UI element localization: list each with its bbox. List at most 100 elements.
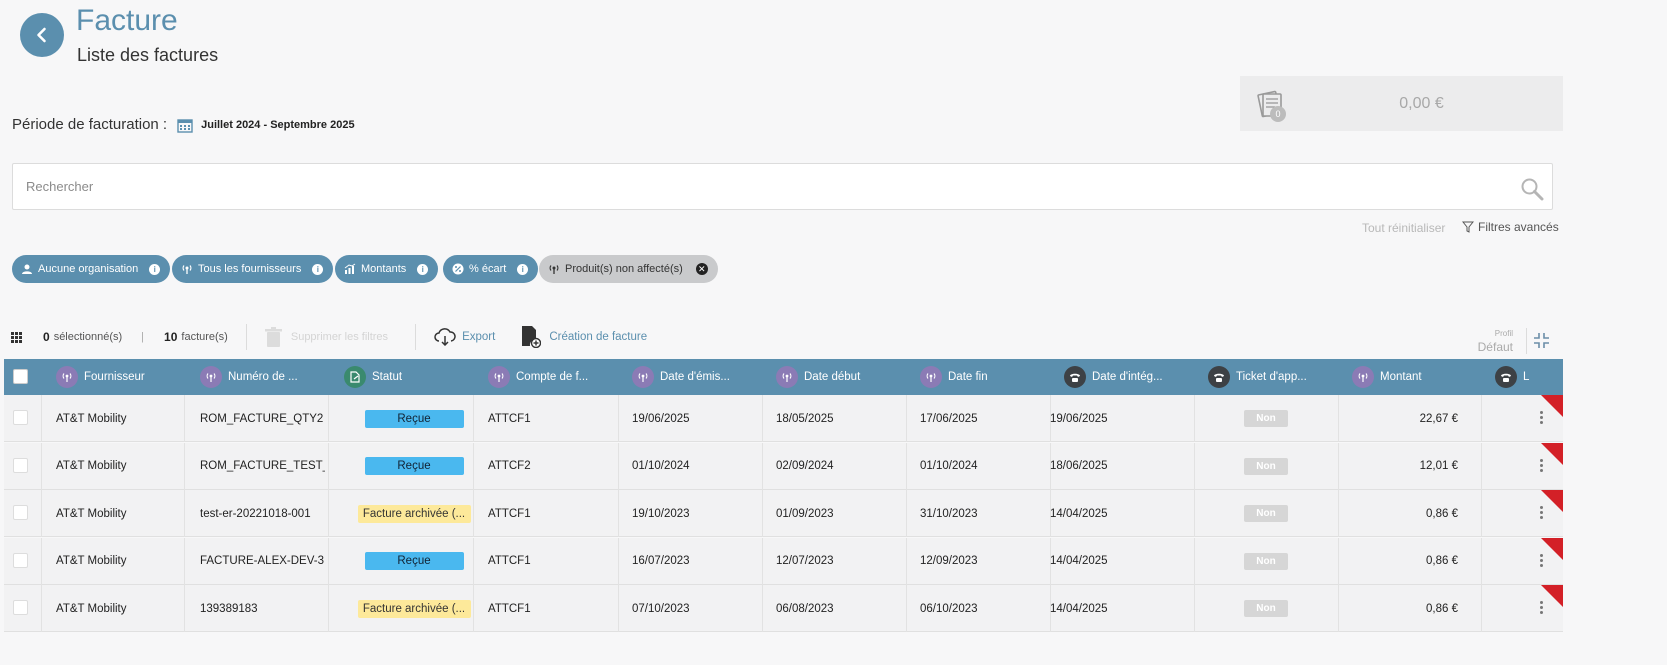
- row-checkbox[interactable]: [13, 410, 28, 425]
- ticket-badge: Non: [1244, 410, 1288, 427]
- collapse-icon[interactable]: [1533, 332, 1550, 349]
- kebab-dot: [1539, 421, 1543, 424]
- filter-icon: [1462, 221, 1474, 233]
- back-button[interactable]: [20, 13, 64, 57]
- alert-corner-icon: [1541, 490, 1563, 512]
- table-row[interactable]: AT&T Mobility 139389183 Facture archivée (…: [4, 585, 1563, 632]
- reset-all-button[interactable]: Tout réinitialiser: [1362, 221, 1445, 235]
- chip-organisation[interactable]: Aucune organisation i: [12, 255, 171, 283]
- invoice-count: 10: [164, 330, 178, 344]
- alert-corner-icon: [1541, 585, 1563, 607]
- column-header-extra[interactable]: L: [1495, 359, 1561, 395]
- cell-issue-date: 19/10/2023: [632, 507, 690, 520]
- column-header-ticket[interactable]: Ticket d'app...: [1208, 359, 1348, 395]
- row-checkbox[interactable]: [13, 600, 28, 615]
- cell-account: ATTCF2: [488, 460, 531, 472]
- close-icon[interactable]: ✕: [695, 263, 708, 275]
- billing-period-value[interactable]: Juillet 2024 - Septembre 2025: [201, 119, 354, 131]
- invoices-table: Fournisseur Numéro de ... Statut Compte …: [4, 359, 1563, 632]
- cell-end-date: 31/10/2023: [920, 507, 978, 520]
- cell-start-date: 01/09/2023: [776, 507, 834, 520]
- row-checkbox[interactable]: [13, 457, 28, 473]
- billing-period-label: Période de facturation :: [12, 116, 168, 133]
- cell-supplier: AT&T Mobility: [56, 602, 127, 615]
- advanced-filters-button[interactable]: Filtres avancés: [1462, 220, 1559, 234]
- cell-supplier: AT&T Mobility: [56, 412, 127, 425]
- antenna-icon: [776, 366, 798, 388]
- info-icon[interactable]: i: [517, 263, 529, 275]
- table-row[interactable]: AT&T Mobility ROM_FACTURE_TEST_... Reçue AT…: [4, 442, 1563, 490]
- column-divider: [184, 537, 185, 585]
- ticket-badge: Non: [1244, 457, 1288, 475]
- antenna-icon: [920, 366, 942, 388]
- select-all-checkbox[interactable]: [13, 369, 28, 384]
- grid-icon[interactable]: [11, 331, 22, 343]
- export-button[interactable]: Export: [462, 331, 495, 343]
- profile-label: Profil: [1494, 329, 1513, 338]
- chip-label: Montants: [361, 263, 407, 275]
- cell-account: ATTCF1: [488, 507, 531, 520]
- phone-icon: [1064, 366, 1086, 388]
- column-divider: [328, 442, 329, 490]
- chip-label: % écart: [469, 263, 507, 275]
- status-badge: Reçue: [364, 457, 464, 475]
- column-header-issue-date[interactable]: Date d'émis...: [632, 359, 772, 395]
- cell-issue-date: 01/10/2024: [632, 460, 690, 472]
- info-icon[interactable]: i: [312, 263, 324, 275]
- row-checkbox[interactable]: [13, 552, 28, 568]
- antenna-icon: [549, 265, 559, 274]
- cell-amount: 12,01 €: [1419, 460, 1458, 472]
- create-invoice-button[interactable]: Création de facture: [549, 331, 647, 343]
- column-header-end-date[interactable]: Date fin: [920, 359, 1060, 395]
- cell-account: ATTCF1: [488, 602, 531, 615]
- selected-label: sélectionné(s): [53, 331, 123, 343]
- chip-unassigned-products[interactable]: Produit(s) non affecté(s) ✕: [539, 255, 718, 283]
- column-header-account[interactable]: Compte de f...: [488, 359, 628, 395]
- antenna-icon: [1352, 366, 1374, 388]
- column-header-start-date[interactable]: Date début: [776, 359, 916, 395]
- cell-end-date: 12/09/2023: [920, 555, 978, 567]
- column-divider: [618, 395, 619, 442]
- table-row[interactable]: AT&T Mobility ROM_FACTURE_QTY2 Reçue ATTCF1…: [4, 395, 1563, 442]
- table-row[interactable]: AT&T Mobility test-er-20221018-001 Facture…: [4, 490, 1563, 537]
- info-icon[interactable]: i: [417, 263, 429, 275]
- chip-suppliers[interactable]: Tous les fournisseurs i: [172, 255, 334, 283]
- toolbar: 0 sélectionné(s) | 10 facture(s) Supprim…: [11, 324, 647, 350]
- search-input[interactable]: [13, 164, 1552, 209]
- info-icon[interactable]: i: [149, 263, 161, 275]
- alert-corner-icon: [1541, 395, 1563, 417]
- column-divider: [618, 490, 619, 537]
- cell-ticket: Non: [1194, 395, 1338, 442]
- delete-filters-button[interactable]: Supprimer les filtres: [291, 331, 388, 343]
- cell-integration-date: 14/04/2025: [1050, 602, 1108, 615]
- cell-start-date: 06/08/2023: [776, 602, 834, 615]
- antenna-icon: [182, 265, 192, 274]
- cell-supplier: AT&T Mobility: [56, 507, 127, 520]
- billing-period: Période de facturation : Juillet 2024 - …: [12, 116, 355, 133]
- column-divider: [1481, 585, 1482, 632]
- column-header-amount[interactable]: Montant: [1352, 359, 1492, 395]
- calendar-icon[interactable]: [177, 117, 193, 133]
- status-badge: Facture archivée (...: [357, 599, 471, 618]
- trash-icon: [264, 327, 282, 347]
- search-bar: [12, 163, 1553, 210]
- invoice-total-summary: 0 0,00 €: [1240, 76, 1563, 131]
- chart-icon: [344, 263, 356, 274]
- new-document-icon[interactable]: [522, 326, 542, 348]
- status-badge: Reçue: [364, 552, 464, 570]
- table-row[interactable]: AT&T Mobility FACTURE-ALEX-DEV-3 Reçue ATTC…: [4, 537, 1563, 585]
- cell-integration-date: 19/06/2025: [1050, 412, 1108, 425]
- chip-percent-gap[interactable]: % écart i: [443, 255, 539, 283]
- profile-select[interactable]: Défaut: [1470, 340, 1513, 354]
- column-header-integration-date[interactable]: Date d'intég...: [1064, 359, 1204, 395]
- column-header-status[interactable]: Statut: [344, 359, 484, 395]
- row-checkbox[interactable]: [13, 505, 28, 520]
- column-divider: [618, 537, 619, 585]
- chip-amounts[interactable]: Montants i: [335, 255, 439, 283]
- column-divider: [762, 395, 763, 442]
- column-header-number[interactable]: Numéro de ...: [200, 359, 340, 395]
- column-header-supplier[interactable]: Fournisseur: [56, 359, 196, 395]
- search-icon[interactable]: [1520, 177, 1544, 201]
- cloud-download-icon[interactable]: [434, 328, 456, 346]
- cell-end-date: 17/06/2025: [920, 412, 978, 425]
